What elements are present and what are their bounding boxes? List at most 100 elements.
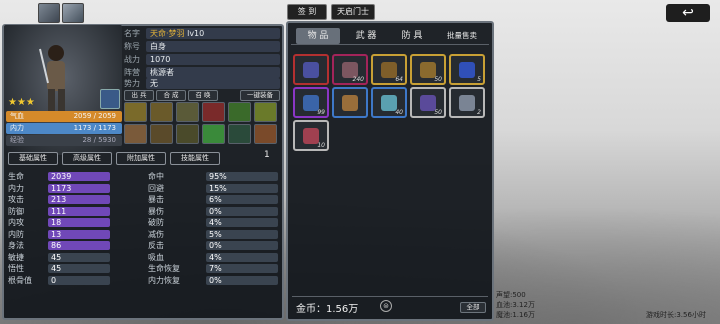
blood-pool-text: 血池:3.12万 <box>496 301 535 309</box>
inventory-slot[interactable]: 40 <box>371 87 407 118</box>
hp-bar: 气血 2059 / 2059 <box>6 111 122 122</box>
mp-bar: 内力 1173 / 1173 <box>6 123 122 134</box>
stat-label: 吸血 <box>148 252 164 262</box>
star-rating: ★★★ <box>8 97 35 108</box>
armor-tab[interactable]: 防 具 <box>392 28 432 44</box>
stat-label: 回避 <box>148 183 164 193</box>
stat-row: 暴伤 0% <box>148 206 278 217</box>
stat-label: 内力 <box>8 183 24 193</box>
item-icon <box>459 62 475 78</box>
faction-value: 无 <box>146 78 280 89</box>
summon-button[interactable]: 召 唤 <box>188 90 218 101</box>
item-quantity: 240 <box>352 76 364 83</box>
equip-slot-4[interactable] <box>202 102 225 122</box>
equip-slot-7[interactable] <box>124 124 147 144</box>
stat-value: 86 <box>48 241 110 250</box>
stat-label: 防御 <box>8 206 24 216</box>
inventory-slot[interactable]: 50 <box>410 87 446 118</box>
stat-value: 0% <box>206 206 278 216</box>
sect-tab[interactable]: 天启门士 <box>331 4 375 20</box>
synthesize-button[interactable]: 合 成 <box>156 90 186 101</box>
stats-left-list: 生命 2039 内力 1173 攻击 213 防御 111 内攻 18 内防 13 身法 86 敏捷 45 悟性… <box>8 171 158 286</box>
extra-attr-button[interactable]: 附加属性 <box>116 152 166 165</box>
avatar-hero[interactable] <box>38 3 60 23</box>
equip-slot-6[interactable] <box>254 102 277 122</box>
character-level: lv10 <box>187 29 205 38</box>
character-name: 天命·梦羽 <box>150 29 185 38</box>
inventory-slot[interactable]: 2 <box>449 87 485 118</box>
reputation-text: 声望:500 <box>496 291 526 299</box>
inventory-slot[interactable]: 240 <box>332 54 368 85</box>
bulk-sell-tab[interactable]: 批量售卖 <box>438 28 486 44</box>
stat-value: 13 <box>48 229 110 239</box>
equip-slot-2[interactable] <box>150 102 173 122</box>
inventory-slot[interactable]: 99 <box>293 87 329 118</box>
name-row: 名字 天命·梦羽 lv10 <box>124 28 280 39</box>
item-quantity: 50 <box>434 76 442 83</box>
sort-all-button[interactable]: 全部 <box>460 302 486 313</box>
mana-pool-text: 魔池:1.16万 <box>496 311 535 319</box>
checkin-tab[interactable]: 签 到 <box>287 4 327 20</box>
equip-slot-8[interactable] <box>150 124 173 144</box>
item-icon <box>459 95 475 111</box>
stat-label: 生命 <box>8 172 24 181</box>
weapons-tab[interactable]: 武 器 <box>346 28 386 44</box>
inventory-slot[interactable]: 10 <box>293 120 329 151</box>
power-row: 战力 1070 <box>124 54 280 65</box>
stat-label: 身法 <box>8 241 24 250</box>
basic-attr-button[interactable]: 基础属性 <box>8 152 58 165</box>
title-row: 称号 白身 <box>124 41 280 52</box>
inventory-slot[interactable] <box>293 54 329 85</box>
stat-row: 根骨值 0 <box>8 275 110 286</box>
stat-row: 吸血 4% <box>148 252 278 263</box>
equip-slot-5[interactable] <box>228 102 251 122</box>
stat-row: 减伤 5% <box>148 229 278 240</box>
stat-row: 破防 4% <box>148 217 278 228</box>
stat-row: 内防 13 <box>8 229 110 240</box>
item-quantity: 10 <box>317 142 325 149</box>
dispatch-button[interactable]: 出 兵 <box>124 90 154 101</box>
stat-row: 反击 0% <box>148 240 278 251</box>
equip-slot-9[interactable] <box>176 124 199 144</box>
equip-slot-11[interactable] <box>228 124 251 144</box>
item-quantity: 64 <box>395 76 403 83</box>
stat-value: 45 <box>48 252 110 262</box>
item-quantity: 99 <box>317 109 325 116</box>
item-icon <box>342 95 358 111</box>
stat-value: 7% <box>206 264 278 273</box>
stat-value: 2039 <box>48 172 110 181</box>
item-quantity: 40 <box>395 109 403 116</box>
avatar-companion[interactable] <box>62 3 84 23</box>
advanced-attr-button[interactable]: 高级属性 <box>62 152 112 165</box>
camp-row: 阵营 桃源者 <box>124 67 280 78</box>
inventory-slot[interactable]: 5 <box>449 54 485 85</box>
equip-slot-3[interactable] <box>176 102 199 122</box>
page-number: 1 <box>264 150 270 160</box>
weapon-slot[interactable] <box>100 89 120 109</box>
inventory-slot[interactable]: 50 <box>410 54 446 85</box>
equip-slot-10[interactable] <box>202 124 225 144</box>
stat-label: 破防 <box>148 218 164 227</box>
skill-attr-button[interactable]: 技能属性 <box>170 152 220 165</box>
play-time-text: 游戏时长:3.56小时 <box>646 311 706 319</box>
name-value: 天命·梦羽 lv10 <box>146 28 280 39</box>
equip-slot-12[interactable] <box>254 124 277 144</box>
inventory-slot[interactable]: 64 <box>371 54 407 85</box>
stat-value: 0 <box>48 275 110 285</box>
exp-bar: 经验 28 / 5930 <box>6 135 122 146</box>
stat-row: 攻击 213 <box>8 194 110 205</box>
auto-equip-button[interactable]: 一键装备 <box>240 90 280 101</box>
back-button[interactable]: ↩ <box>666 4 710 22</box>
stat-value: 0% <box>206 275 278 285</box>
inventory-slot[interactable] <box>332 87 368 118</box>
items-tab[interactable]: 物 品 <box>296 28 340 44</box>
stat-label: 攻击 <box>8 195 24 204</box>
item-quantity: 50 <box>434 109 442 116</box>
mp-value: 1173 / 1173 <box>73 124 116 132</box>
title-value: 白身 <box>146 41 280 52</box>
power-label: 战力 <box>124 55 140 64</box>
item-quantity: 5 <box>477 76 481 83</box>
equip-slot-1[interactable] <box>124 102 147 122</box>
stat-row: 防御 111 <box>8 206 110 217</box>
stat-row: 内力 1173 <box>8 183 110 194</box>
